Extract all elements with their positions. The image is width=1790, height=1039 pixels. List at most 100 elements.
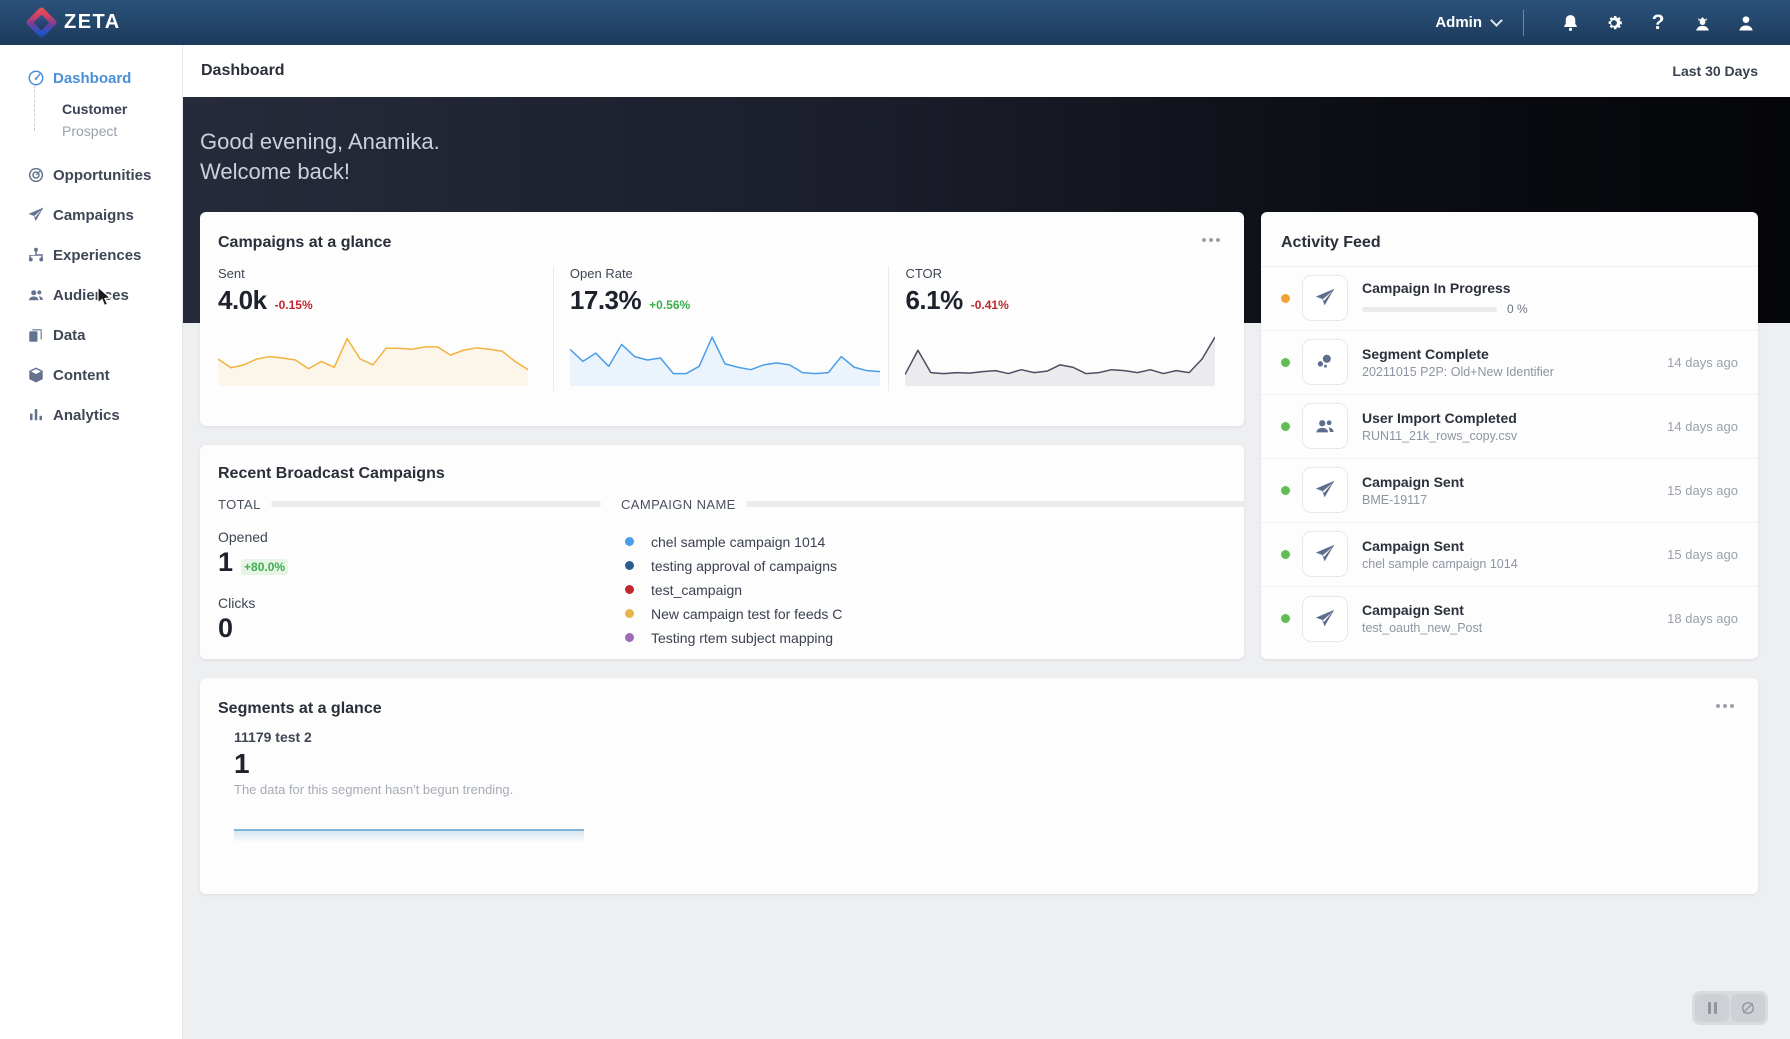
sidebar-item-label: Opportunities [53,166,152,184]
status-dot [1281,485,1290,495]
zeta-logo[interactable]: ZETA [25,6,121,39]
campaign-legend-item[interactable]: testing approval of campaigns [621,554,1224,578]
activity-feed-card: Activity Feed Campaign In Progress 0 % S… [1261,211,1758,659]
sent-sparkline [218,332,528,386]
card-title: Recent Broadcast Campaigns [218,464,445,482]
feed-item[interactable]: User Import Completed RUN11_21k_rows_cop… [1261,395,1758,459]
target-icon [27,166,45,184]
paper-plane-icon [1302,275,1348,322]
feed-timestamp: 18 days ago [1667,611,1738,627]
sidebar-item-label: Campaigns [53,206,134,224]
greeting-message: Good evening, Anamika. Welcome back! [200,129,440,185]
campaign-legend-item[interactable]: chel sample campaign 1014 [621,530,1224,554]
gauge-icon [27,69,45,87]
status-dot [1281,614,1290,624]
stat-value: 4.0k [218,284,267,315]
pause-button[interactable] [1695,994,1729,1022]
card-title: Campaigns at a glance [218,233,392,251]
feed-item[interactable]: Campaign Sent BME-19117 15 days ago [1261,459,1758,523]
delta-badge: +80.0% [241,558,289,575]
metric-clicks: Clicks 0 [218,594,256,643]
feed-item[interactable]: Campaign Sent chel sample campaign 1014 … [1261,523,1758,587]
header-bar [745,501,1246,508]
sidebar-item-analytics[interactable]: Analytics [0,395,182,435]
progress-bar [1362,306,1497,312]
card-title: Activity Feed [1281,233,1381,251]
sidebar-subitem-customer[interactable]: Customer [0,98,182,120]
segment-icon [1302,339,1348,386]
more-options-icon[interactable] [1198,234,1224,246]
sidebar-item-label: Analytics [53,406,120,424]
people-icon [1302,403,1348,450]
paper-plane-icon [1302,467,1348,514]
bar-chart-icon [27,406,45,424]
feed-item[interactable]: Segment Complete 20211015 P2P: Old+New I… [1261,331,1758,395]
notifications-bell-icon[interactable] [1548,8,1592,38]
campaigns-glance-card: Campaigns at a glance Sent 4.0k -0.15% O… [200,211,1244,426]
pages-icon [27,326,45,344]
feed-item[interactable]: Campaign In Progress 0 % [1261,267,1758,331]
feed-timestamp: 15 days ago [1667,482,1738,498]
sidebar-item-label: Content [53,366,110,384]
open-rate-sparkline [570,332,880,386]
progress-label: 0 % [1507,302,1528,317]
stat-sent: Sent 4.0k -0.15% [218,266,553,391]
feed-item[interactable]: Campaign Sent test_oauth_new_Post 18 day… [1261,587,1758,651]
tree-connector [34,85,35,131]
header-bar [270,501,601,508]
people-icon [27,286,45,304]
admin-dropdown[interactable]: Admin [1435,14,1503,31]
campaign-legend-list: chel sample campaign 1014 testing approv… [621,530,1224,650]
chevron-down-icon [1490,14,1503,27]
admin-label: Admin [1435,14,1482,31]
status-dot [1281,549,1290,559]
help-question-icon[interactable]: ? [1636,8,1680,38]
segment-value: 1 [234,747,250,779]
more-options-icon[interactable] [1712,700,1738,712]
recent-broadcast-card: Recent Broadcast Campaigns TOTAL Opened [200,444,1246,659]
sidebar-nav: Dashboard Customer Prospect Opportunitie… [0,45,183,1039]
flow-icon [27,246,45,264]
metric-opened: Opened 1 +80.0% [218,529,621,578]
stat-ctor: CTOR 6.1% -0.41% [888,265,1224,391]
sidebar-item-label: Experiences [53,246,142,264]
sidebar-item-audiences[interactable]: Audiences [0,275,182,315]
status-dot [1281,293,1290,303]
legend-dot [625,609,634,619]
campaign-legend-item[interactable]: test_campaign [621,578,1224,602]
paper-plane-icon [27,206,45,224]
sidebar-item-campaigns[interactable]: Campaigns [0,195,182,235]
topbar-divider [1523,9,1524,36]
legend-dot [625,561,634,571]
feed-timestamp: 14 days ago [1667,418,1738,434]
zeta-diamond-icon [25,6,58,39]
campaign-name-column-header: CAMPAIGN NAME [621,496,736,512]
stat-delta: +0.56% [649,297,691,312]
sidebar-item-experiences[interactable]: Experiences [0,235,182,275]
status-dot [1281,421,1290,431]
sidebar-item-data[interactable]: Data [0,315,182,355]
stat-open-rate: Open Rate 17.3% +0.56% [552,265,889,391]
stat-delta: -0.15% [274,297,313,312]
legend-dot [625,585,634,595]
sidebar-item-opportunities[interactable]: Opportunities [0,155,182,195]
support-agent-icon[interactable] [1680,8,1724,38]
stat-value: 17.3% [569,284,642,315]
sidebar-subitem-prospect[interactable]: Prospect [0,120,182,142]
legend-dot [625,537,634,547]
segment-name: 11179 test 2 [234,728,312,745]
disable-auto-refresh-button[interactable] [1731,994,1765,1022]
sidebar-item-content[interactable]: Content [0,355,182,395]
status-dot [1281,357,1290,367]
top-nav-bar: ZETA Admin ? [0,0,1790,45]
user-profile-icon[interactable] [1724,8,1768,38]
sidebar-item-label: Dashboard [53,69,132,87]
crossed-circle-icon [1742,1002,1754,1014]
settings-gear-icon[interactable] [1592,8,1636,38]
campaign-legend-item[interactable]: New campaign test for feeds C [621,602,1224,626]
date-range-filter[interactable]: Last 30 Days [1672,63,1758,79]
stat-delta: -0.41% [970,297,1009,312]
sidebar-item-dashboard[interactable]: Dashboard [0,58,182,98]
campaign-legend-item[interactable]: Testing rtem subject mapping [621,626,1224,650]
feed-timestamp: 14 days ago [1667,354,1738,370]
